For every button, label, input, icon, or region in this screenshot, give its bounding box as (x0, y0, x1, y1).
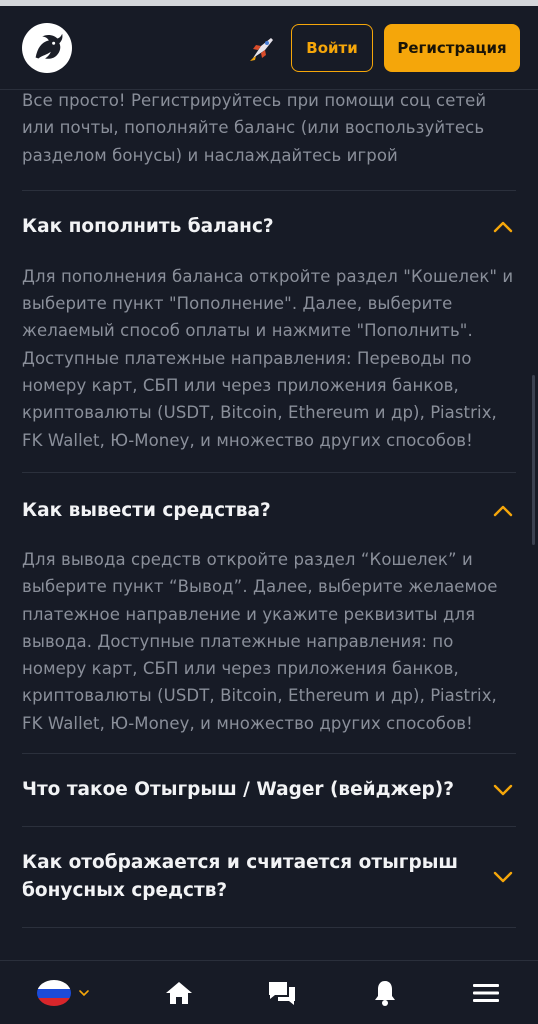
rocket-promo-icon[interactable] (246, 31, 280, 65)
site-header: Войти Регистрация (0, 6, 538, 90)
chevron-up-icon[interactable] (492, 216, 514, 238)
faq-question-text: Как отображается и считается отыгрыш бон… (22, 852, 459, 902)
faq-divider (22, 927, 516, 929)
faq-question-text: Как вывести средства? (22, 499, 271, 521)
header-actions: Войти Регистрация (246, 23, 520, 72)
russia-flag-icon (37, 979, 71, 1006)
language-selector[interactable] (36, 979, 90, 1007)
chevron-up-icon[interactable] (492, 500, 514, 522)
register-button[interactable]: Регистрация (384, 23, 520, 72)
chevron-down-icon[interactable] (492, 779, 514, 801)
chevron-down-icon[interactable] (492, 866, 514, 888)
faq-question[interactable]: Как вывести средства? (0, 473, 538, 549)
faq-question[interactable]: Как отображается и считается отыгрыш бон… (0, 827, 538, 927)
faq-question-text: Что такое Отыгрыш / Wager (вейджер)? (22, 779, 454, 801)
faq-answer: Для вывода средств откройте раздел “Коше… (22, 549, 498, 733)
chat-icon[interactable] (267, 979, 297, 1007)
chevron-down-icon (79, 989, 89, 996)
faq-question-text: Как пополнить баланс? (22, 216, 274, 238)
faq-answer: Для пополнения баланса откройте раздел "… (22, 266, 514, 450)
bottom-nav (0, 960, 538, 1024)
faq-question[interactable]: Что такое Отыгрыш / Wager (вейджер)? (0, 754, 538, 826)
bell-icon[interactable] (372, 979, 398, 1007)
home-icon[interactable] (165, 980, 193, 1006)
hamburger-menu-icon[interactable] (472, 982, 500, 1004)
dragon-logo-icon[interactable] (22, 22, 72, 73)
login-button[interactable]: Войти (291, 23, 373, 72)
scrollbar[interactable] (532, 375, 535, 545)
faq-question[interactable]: Как пополнить баланс? (0, 191, 538, 264)
faq-section: Все просто! Регистрируйтесь при помощи с… (0, 90, 538, 960)
faq-answer: Все просто! Регистрируйтесь при помощи с… (22, 91, 487, 165)
